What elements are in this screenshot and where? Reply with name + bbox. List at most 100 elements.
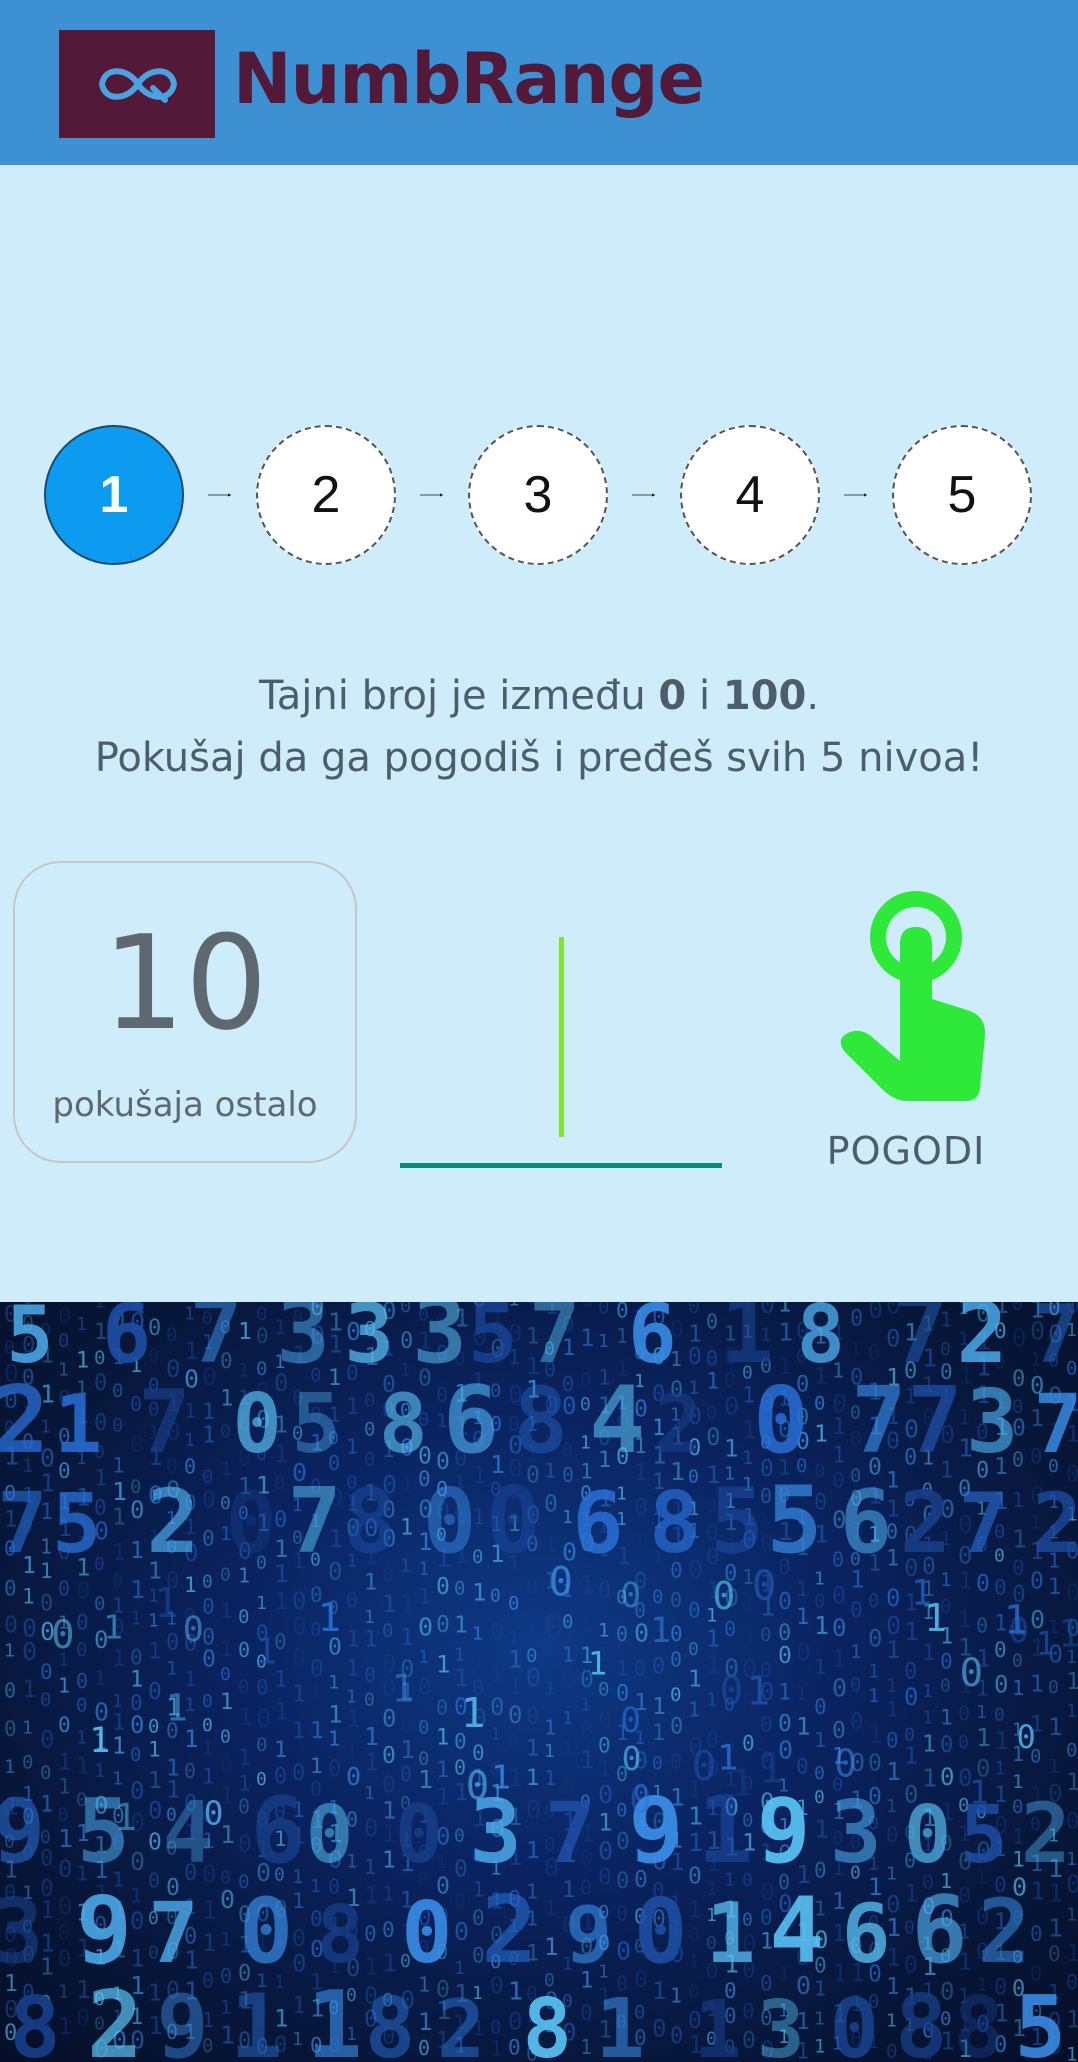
svg-text:1: 1 — [1066, 1669, 1078, 1695]
svg-text:2: 2 — [87, 1971, 143, 2062]
svg-text:1: 1 — [580, 1746, 594, 1774]
svg-text:1: 1 — [454, 1958, 465, 1979]
svg-text:0: 0 — [940, 1763, 954, 1791]
svg-text:1: 1 — [814, 1655, 826, 1679]
svg-text:0: 0 — [436, 1696, 448, 1720]
svg-text:0: 0 — [620, 1701, 641, 1741]
svg-text:0: 0 — [692, 1742, 717, 1790]
svg-text:0: 0 — [22, 1751, 33, 1773]
svg-text:1: 1 — [346, 1626, 360, 1652]
svg-text:0: 0 — [688, 1302, 700, 1318]
svg-text:1: 1 — [796, 1712, 810, 1740]
svg-text:0: 0 — [256, 1324, 269, 1348]
svg-text:1: 1 — [544, 1677, 555, 1699]
svg-text:0: 0 — [620, 1576, 641, 1616]
svg-text:0: 0 — [1030, 1568, 1044, 1594]
guess-field[interactable] — [400, 925, 726, 1169]
svg-text:1: 1 — [922, 1681, 933, 1702]
svg-text:0: 0 — [400, 1302, 411, 1317]
svg-text:1: 1 — [886, 1796, 897, 1817]
svg-text:8: 8 — [953, 1979, 1004, 2062]
svg-text:1: 1 — [562, 1738, 573, 1760]
svg-text:7: 7 — [148, 1884, 199, 1982]
svg-text:1: 1 — [4, 1640, 15, 1661]
svg-text:0: 0 — [549, 1560, 573, 1606]
svg-text:1: 1 — [1012, 1488, 1024, 1512]
svg-text:2: 2 — [654, 1378, 702, 1471]
svg-text:1: 1 — [230, 1975, 283, 2062]
text-cursor — [559, 937, 564, 1137]
svg-text:1: 1 — [588, 1644, 607, 1682]
svg-text:1: 1 — [634, 1531, 645, 1552]
svg-text:1: 1 — [400, 1625, 414, 1651]
svg-text:1: 1 — [490, 1663, 503, 1688]
svg-text:0: 0 — [202, 1526, 215, 1550]
svg-text:1: 1 — [292, 1889, 305, 1913]
svg-text:2: 2 — [0, 1366, 49, 1474]
svg-text:1: 1 — [94, 1760, 105, 1782]
svg-text:6: 6 — [443, 1366, 499, 1474]
svg-text:0: 0 — [742, 1732, 755, 1756]
svg-text:7: 7 — [1034, 1378, 1078, 1472]
svg-text:1: 1 — [58, 1751, 71, 1776]
svg-text:0: 0 — [1066, 1739, 1077, 1761]
guess-button[interactable]: POGODI — [816, 889, 996, 1189]
svg-text:1: 1 — [688, 1666, 702, 1692]
svg-text:1: 1 — [310, 1683, 321, 1704]
svg-text:1: 1 — [148, 1768, 162, 1794]
svg-text:0: 0 — [238, 1676, 249, 1698]
svg-text:1: 1 — [328, 1671, 339, 1693]
svg-text:0: 0 — [742, 2028, 756, 2054]
svg-text:0: 0 — [670, 1622, 683, 1646]
svg-text:1: 1 — [364, 1881, 378, 1909]
input-underline — [400, 1163, 722, 1168]
svg-text:1: 1 — [1036, 1624, 1055, 1662]
svg-text:0: 0 — [76, 1576, 90, 1604]
svg-text:1: 1 — [54, 1378, 102, 1471]
svg-text:8: 8 — [379, 1378, 428, 1472]
svg-text:0: 0 — [940, 1733, 953, 1758]
svg-text:1: 1 — [166, 1657, 177, 1679]
svg-text:0: 0 — [292, 1613, 306, 1641]
svg-text:1: 1 — [778, 1317, 793, 1346]
svg-text:5: 5 — [766, 1466, 822, 1574]
svg-text:0: 0 — [1012, 1651, 1023, 1672]
svg-text:1: 1 — [994, 1757, 1005, 1779]
svg-text:0: 0 — [364, 1922, 377, 1946]
svg-text:1: 1 — [886, 1863, 897, 1884]
instructions-text: Tajni broj je između 0 i 100. Pokušaj da… — [0, 665, 1078, 789]
svg-text:1: 1 — [454, 1645, 465, 1666]
svg-text:8: 8 — [365, 1979, 416, 2062]
svg-text:0: 0 — [184, 1759, 196, 1783]
svg-text:1: 1 — [526, 1838, 540, 1864]
svg-text:0: 0 — [904, 1683, 918, 1711]
svg-text:1: 1 — [202, 1895, 217, 1924]
svg-text:1: 1 — [688, 1698, 700, 1722]
svg-text:1: 1 — [220, 1928, 231, 1950]
svg-text:0: 0 — [148, 1679, 162, 1705]
svg-text:5: 5 — [291, 1377, 340, 1472]
svg-text:1: 1 — [694, 1984, 742, 2062]
svg-text:1: 1 — [580, 2035, 592, 2059]
svg-text:0: 0 — [670, 1715, 683, 1740]
svg-text:0: 0 — [58, 1713, 71, 1737]
svg-text:0: 0 — [454, 1917, 469, 1946]
instructions-and: i — [686, 673, 723, 719]
svg-text:1: 1 — [392, 1667, 415, 1711]
svg-text:1: 1 — [742, 1447, 753, 1469]
svg-text:0: 0 — [508, 1701, 522, 1729]
svg-text:0: 0 — [58, 1855, 72, 1883]
svg-text:0: 0 — [598, 1578, 611, 1603]
level-arrow-icon — [632, 493, 656, 497]
svg-text:6: 6 — [572, 1474, 623, 1573]
svg-text:0: 0 — [850, 1307, 863, 1332]
svg-text:0: 0 — [40, 1689, 51, 1711]
svg-text:1: 1 — [202, 1929, 216, 1957]
svg-text:0: 0 — [652, 1753, 663, 1774]
svg-text:0: 0 — [904, 1725, 915, 1746]
svg-text:1: 1 — [382, 1590, 396, 1618]
svg-text:0: 0 — [202, 1647, 216, 1673]
svg-text:1: 1 — [274, 1697, 288, 1725]
svg-text:0: 0 — [130, 1645, 143, 1669]
svg-text:0: 0 — [490, 1586, 501, 1607]
